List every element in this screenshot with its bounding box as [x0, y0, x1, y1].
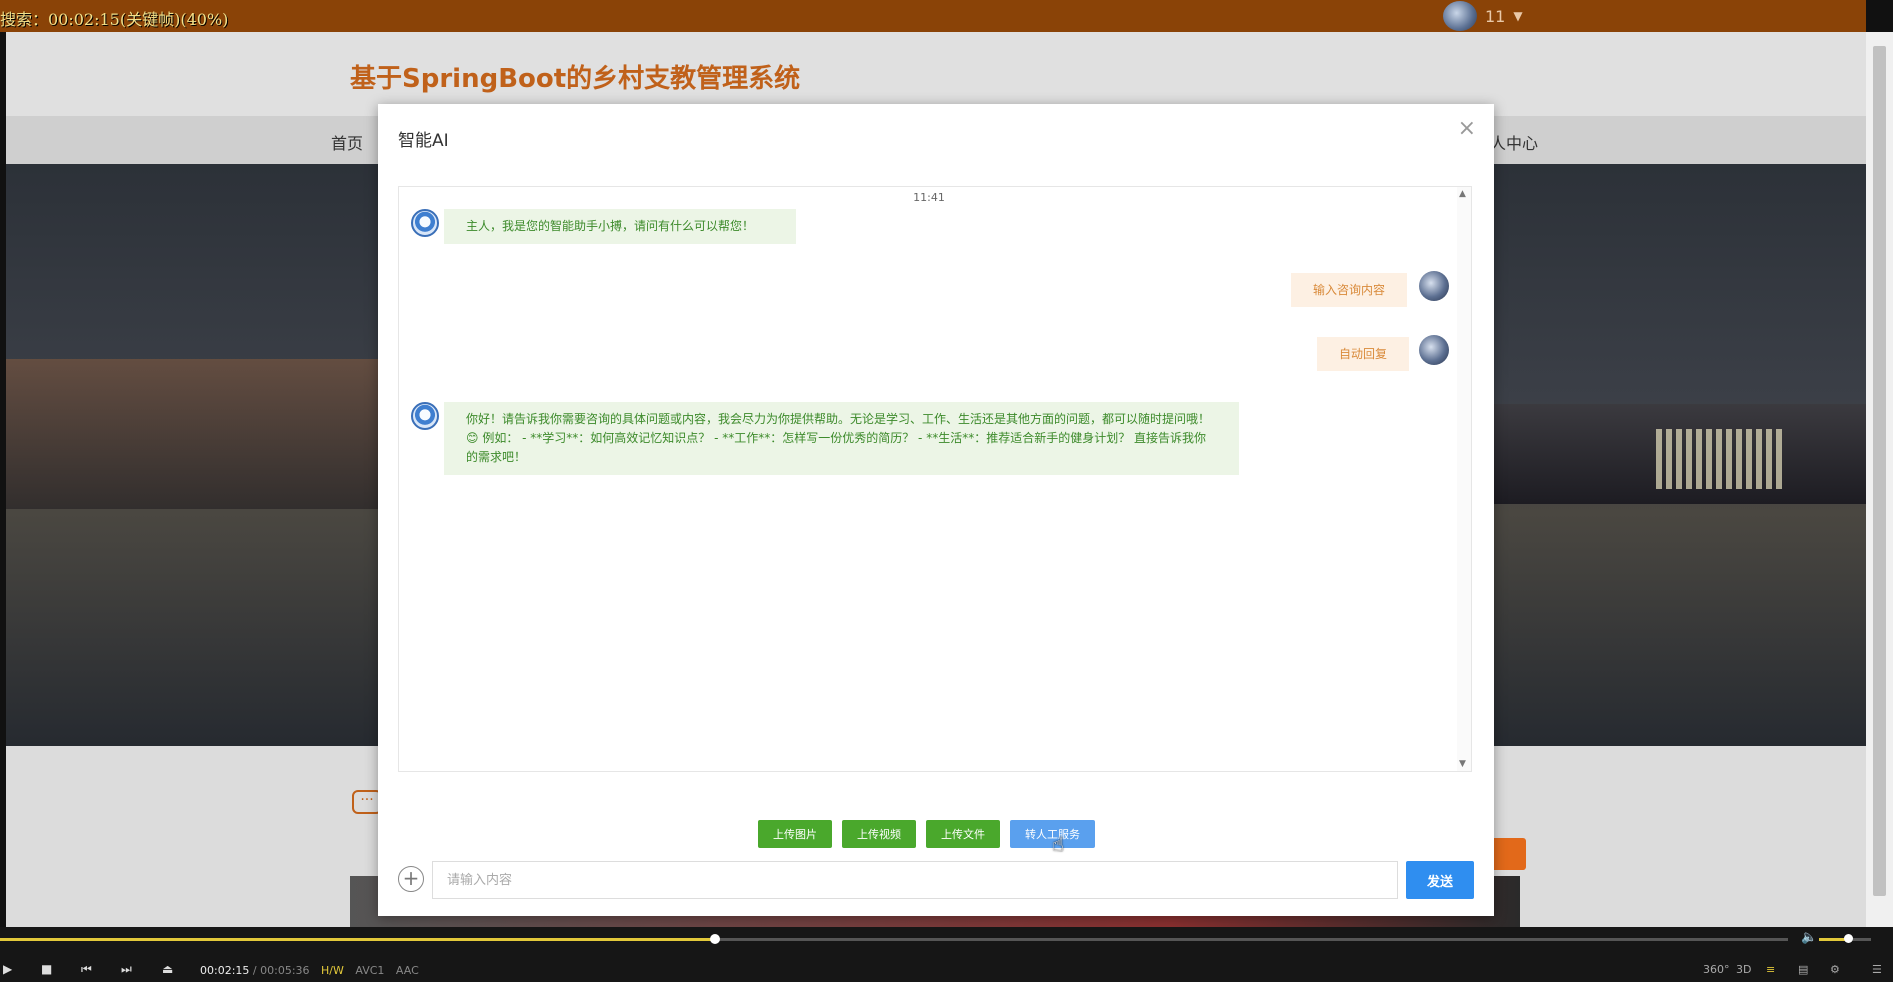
chat-message-user: 输入咨询内容 [1291, 273, 1408, 307]
total-time: 00:05:36 [260, 964, 310, 977]
next-icon[interactable]: ⏭ [121, 962, 132, 977]
chat-message-bot: 主人，我是您的智能助手小搏，请问有什么可以帮您！ [444, 209, 796, 244]
chat-input-row: + 发送 [398, 858, 1478, 899]
user-avatar-icon [1419, 271, 1449, 301]
chapter-icon[interactable]: ▤ [1798, 963, 1808, 976]
volume-icon[interactable]: 🔈 [1801, 930, 1817, 945]
seek-bar[interactable] [0, 934, 1788, 944]
page-scrollbar-thumb[interactable] [1873, 46, 1886, 896]
send-button[interactable]: 发送 [1406, 861, 1474, 899]
message-input[interactable] [432, 861, 1398, 899]
modal-title: 智能AI [398, 131, 449, 151]
mouse-cursor-icon: ☝ [1052, 832, 1065, 856]
user-avatar-icon [1419, 335, 1449, 365]
stop-icon[interactable]: ■ [41, 962, 52, 976]
3d-button[interactable]: 3D [1736, 963, 1751, 976]
page-scrollbar[interactable] [1866, 32, 1893, 927]
eject-icon[interactable]: ⏏ [162, 962, 173, 976]
top-bar: 搜索：00:02:15(关键帧)(40%) 11 ▼ [0, 0, 1866, 32]
video-codec-badge: AVC1 [355, 964, 385, 977]
screen: 搜索：00:02:15(关键帧)(40%) 11 ▼ 基于SpringBoot的… [0, 0, 1893, 982]
chevron-down-icon[interactable]: ▼ [1513, 9, 1522, 23]
gear-icon[interactable]: ⚙ [1830, 963, 1840, 976]
volume-slider[interactable] [1819, 934, 1871, 943]
nav-item-user-center[interactable]: 人中心 [1490, 130, 1538, 154]
upload-file-button[interactable]: 上传文件 [926, 820, 1000, 848]
seek-bar-fill [0, 938, 716, 941]
volume-slider-handle[interactable] [1843, 934, 1853, 943]
chat-timestamp: 11:41 [913, 191, 945, 204]
chat-history[interactable]: 11:41 主人，我是您的智能助手小搏，请问有什么可以帮您！ 输入咨询内容 自动… [398, 186, 1472, 772]
previous-icon[interactable]: ⏮ [81, 962, 92, 977]
playlist-search-icon[interactable]: ≡ [1766, 963, 1775, 976]
plus-icon[interactable]: + [398, 866, 424, 892]
top-user-menu[interactable]: 11 ▼ [1443, 0, 1523, 32]
current-time: 00:02:15 [200, 964, 250, 977]
upload-image-button[interactable]: 上传图片 [758, 820, 832, 848]
play-icon[interactable]: ▶ [3, 962, 12, 976]
video-player-controls: 🔈 ▶ ■ ⏮ ⏭ ⏏ 00:02:15 / 00:05:36 H/W AVC1… [0, 927, 1893, 982]
user-name: 11 [1485, 6, 1506, 26]
audio-codec-badge: AAC [395, 964, 419, 977]
chat-message-user: 自动回复 [1317, 337, 1410, 371]
upload-video-button[interactable]: 上传视频 [842, 820, 916, 848]
seek-bar-handle[interactable] [710, 934, 721, 944]
time-separator: / [252, 964, 257, 977]
chat-scrollbar[interactable]: ▲ ▼ [1457, 187, 1471, 771]
chat-message-bot: 你好！请告诉我你需要咨询的具体问题或内容，我会尽力为你提供帮助。无论是学习、工作… [444, 402, 1239, 475]
scroll-down-icon[interactable]: ▼ [1459, 759, 1466, 769]
hero-building-left [6, 359, 378, 509]
hw-decode-badge[interactable]: H/W [321, 964, 344, 977]
ai-chat-modal: 智能AI × 11:41 主人，我是您的智能助手小搏，请问有什么可以帮您！ 输入… [378, 104, 1494, 916]
close-icon[interactable]: × [1458, 116, 1476, 141]
vr-360-button[interactable]: 360° [1703, 963, 1730, 976]
menu-icon[interactable]: ☰ [1872, 963, 1882, 976]
chat-toolbar: 上传图片 上传视频 上传文件 转人工服务 [758, 820, 1095, 848]
nav-item-home[interactable]: 首页 [331, 130, 363, 154]
player-seek-overlay: 搜索：00:02:15(关键帧)(40%) [0, 10, 229, 29]
hero-building-lights [1656, 429, 1786, 489]
site-title: 基于SpringBoot的乡村支教管理系统 [350, 64, 801, 94]
bot-avatar-icon [411, 402, 439, 430]
user-avatar[interactable] [1443, 1, 1477, 31]
scroll-up-icon[interactable]: ▲ [1459, 189, 1466, 199]
bot-avatar-icon [411, 209, 439, 237]
timecode: 00:02:15 / 00:05:36 H/W AVC1 AAC [200, 964, 419, 977]
